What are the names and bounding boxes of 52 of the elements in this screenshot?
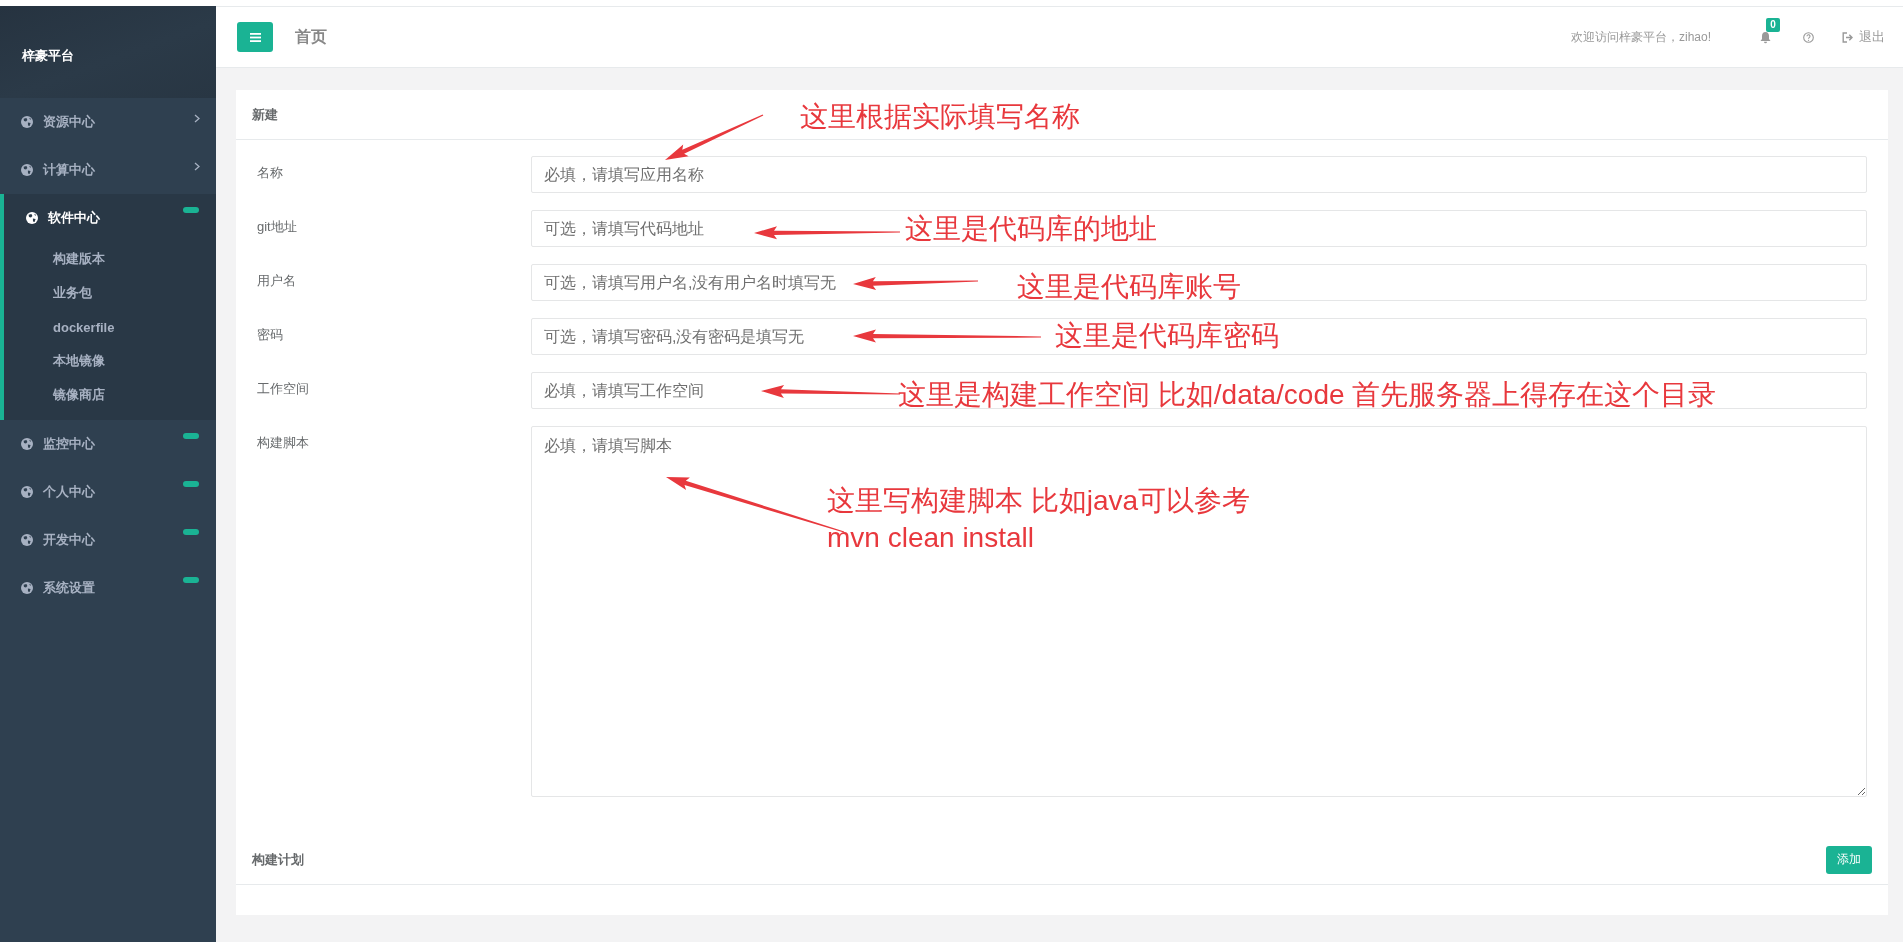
sidebar-item[interactable]: 开发中心 — [0, 516, 216, 564]
notification-badge: 0 — [1766, 17, 1780, 32]
globe-icon — [21, 438, 33, 450]
field-label: 用户名 — [257, 272, 297, 290]
globe-icon — [26, 212, 38, 224]
dash-icon — [183, 433, 199, 439]
annotation-text: 这里是代码库账号 — [1017, 273, 1241, 301]
annotation-text: 这里写构建脚本 比如java可以参考 mvn clean install — [827, 484, 1251, 555]
sidebar-item[interactable]: 计算中心 — [0, 146, 216, 194]
menu-icon — [249, 32, 261, 42]
annotation-text: 这里是构建工作空间 比如/data/code 首先服务器上得存在这个目录 — [898, 381, 1717, 409]
globe-icon — [21, 116, 33, 128]
dash-icon — [183, 481, 199, 487]
menu-button[interactable] — [237, 22, 273, 52]
submenu-item[interactable]: 镜像商店 — [4, 378, 216, 412]
dash-icon — [183, 207, 199, 213]
card-title: 新建 — [252, 105, 278, 124]
field-label: 名称 — [257, 164, 284, 182]
sidebar-item[interactable]: 软件中心 — [4, 194, 216, 242]
submenu-item[interactable]: dockerfile — [4, 310, 216, 344]
brand-title: 梓豪平台 — [22, 47, 74, 65]
field-label: git地址 — [257, 218, 298, 236]
page-title: 首页 — [295, 26, 327, 47]
submenu-item[interactable]: 构建版本 — [4, 242, 216, 276]
annotation-text: 这里根据实际填写名称 — [800, 103, 1080, 131]
annotation-text: 这里是代码库的地址 — [905, 215, 1157, 243]
globe-icon — [21, 164, 33, 176]
bell-icon[interactable] — [1759, 30, 1772, 44]
dash-icon — [183, 529, 199, 535]
sidebar-item[interactable]: 监控中心 — [0, 420, 216, 468]
input-field[interactable]: 必填，请填写应用名称 — [531, 156, 1867, 193]
chevron-icon — [194, 113, 200, 123]
submenu-item[interactable]: 业务包 — [4, 276, 216, 310]
field-label: 构建脚本 — [257, 434, 310, 452]
globe-icon — [21, 486, 33, 498]
sign-out-icon — [1842, 31, 1854, 43]
annotation-text: 这里是代码库密码 — [1055, 322, 1279, 350]
field-label: 密码 — [257, 326, 284, 344]
logout-link[interactable]: 退出 — [1842, 28, 1885, 46]
globe-icon — [21, 582, 33, 594]
help-icon[interactable] — [1803, 31, 1814, 43]
sidebar-item[interactable]: 资源中心 — [0, 98, 216, 146]
dash-icon — [183, 577, 199, 583]
field-label: 工作空间 — [257, 380, 310, 398]
submenu-item[interactable]: 本地镜像 — [4, 344, 216, 378]
card-title: 构建计划 — [252, 850, 304, 869]
welcome-text: 欢迎访问梓豪平台，zihao! — [1570, 28, 1711, 46]
globe-icon — [21, 534, 33, 546]
sidebar-item[interactable]: 个人中心 — [0, 468, 216, 516]
sidebar-item[interactable]: 系统设置 — [0, 564, 216, 612]
chevron-icon — [194, 161, 200, 171]
add-button[interactable]: 添加 — [1826, 845, 1872, 874]
